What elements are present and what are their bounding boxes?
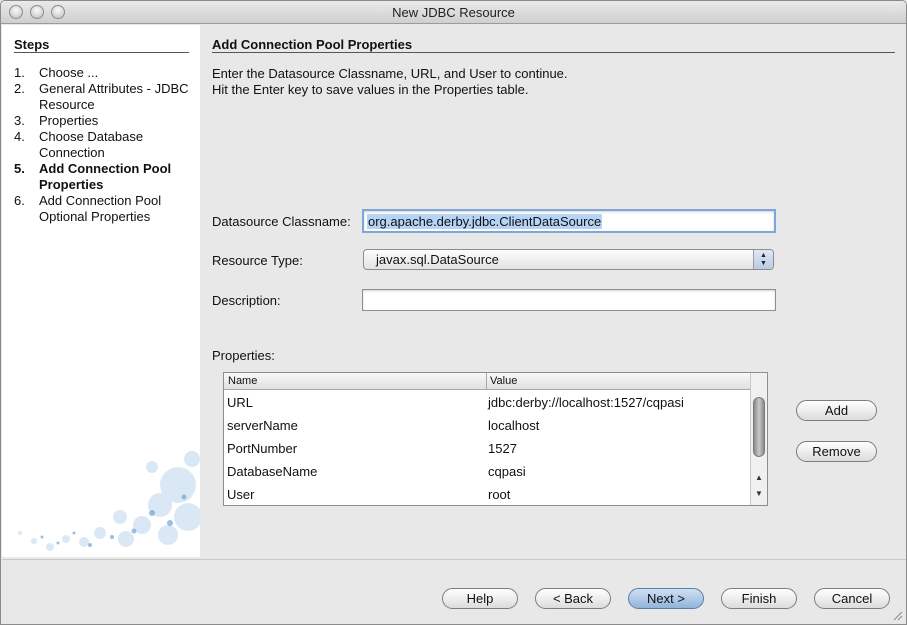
table-row[interactable]: PortNumber 1527 xyxy=(224,437,750,460)
title-divider xyxy=(212,52,895,53)
step-number: 1. xyxy=(14,65,25,80)
next-button[interactable]: Next > xyxy=(628,588,704,609)
step-item-optional-properties: 6. Add Connection Pool Optional Properti… xyxy=(14,193,194,225)
back-button[interactable]: < Back xyxy=(535,588,611,609)
footer-divider xyxy=(2,559,906,560)
instructions: Enter the Datasource Classname, URL, and… xyxy=(212,66,568,98)
step-item-choose: 1. Choose ... xyxy=(14,65,194,81)
steps-panel: Steps 1. Choose ... 2. General Attribute… xyxy=(2,25,200,557)
cell-value[interactable]: cqpasi xyxy=(488,464,526,479)
step-label: Choose ... xyxy=(39,65,99,80)
resource-type-value: javax.sql.DataSource xyxy=(376,252,499,267)
help-button[interactable]: Help xyxy=(442,588,518,609)
cell-value[interactable]: jdbc:derby://localhost:1527/cqpasi xyxy=(488,395,684,410)
step-label: Add Connection Pool Optional Properties xyxy=(39,193,162,224)
window-title: New JDBC Resource xyxy=(392,5,515,20)
resource-type-label: Resource Type: xyxy=(212,253,303,268)
column-header-name[interactable]: Name xyxy=(228,375,257,387)
column-header-value[interactable]: Value xyxy=(490,375,517,387)
title-bar[interactable]: New JDBC Resource xyxy=(1,1,906,24)
step-item-add-connection-pool-properties: 5. Add Connection Pool Properties xyxy=(14,161,194,193)
scrollbar-thumb[interactable] xyxy=(753,397,765,457)
step-item-general-attributes: 2. General Attributes - JDBC Resource xyxy=(14,81,194,113)
step-item-choose-database-connection: 4. Choose Database Connection xyxy=(14,129,194,161)
table-header: Name Value xyxy=(224,373,750,390)
steps-title: Steps xyxy=(14,37,50,52)
datasource-classname-value[interactable]: org.apache.derby.jdbc.ClientDataSource xyxy=(367,214,603,229)
scroll-up-arrow-icon[interactable]: ▲ xyxy=(751,473,767,482)
step-number: 5. xyxy=(14,161,25,176)
finish-button[interactable]: Finish xyxy=(721,588,797,609)
cell-value[interactable]: 1527 xyxy=(488,441,517,456)
step-number: 3. xyxy=(14,113,25,128)
resize-grip-icon[interactable] xyxy=(891,609,903,621)
cell-value[interactable]: root xyxy=(488,487,510,502)
step-label: Properties xyxy=(39,113,99,128)
description-input[interactable] xyxy=(363,290,775,310)
description-field[interactable] xyxy=(362,289,776,311)
select-arrows-icon[interactable]: ▲ ▼ xyxy=(753,250,773,269)
cell-name[interactable]: DatabaseName xyxy=(227,464,317,479)
step-item-properties: 3. Properties xyxy=(14,113,194,129)
cell-name[interactable]: User xyxy=(227,487,254,502)
table-row[interactable]: User root xyxy=(224,483,750,505)
table-scrollbar[interactable]: ▲ ▼ xyxy=(750,373,767,505)
step-label: Add Connection Pool Properties xyxy=(39,161,172,192)
step-number: 4. xyxy=(14,129,25,144)
cell-value[interactable]: localhost xyxy=(488,418,539,433)
datasource-classname-label: Datasource Classname: xyxy=(212,214,351,229)
column-divider[interactable] xyxy=(486,373,487,390)
cancel-button[interactable]: Cancel xyxy=(814,588,890,609)
resource-type-select[interactable]: javax.sql.DataSource ▲ ▼ xyxy=(363,249,774,270)
step-label: General Attributes - JDBC Resource xyxy=(39,81,189,112)
cell-name[interactable]: PortNumber xyxy=(227,441,297,456)
description-label: Description: xyxy=(212,293,281,308)
dialog-window: New JDBC Resource Steps 1. Choose ... 2.… xyxy=(0,0,907,625)
table-row[interactable]: serverName localhost xyxy=(224,414,750,437)
properties-label: Properties: xyxy=(212,348,275,363)
steps-list: 1. Choose ... 2. General Attributes - JD… xyxy=(14,65,194,225)
cell-name[interactable]: URL xyxy=(227,395,253,410)
steps-divider xyxy=(14,52,189,53)
instruction-line: Enter the Datasource Classname, URL, and… xyxy=(212,66,568,81)
decorative-bubbles-image xyxy=(18,451,200,551)
add-property-button[interactable]: Add xyxy=(796,400,877,421)
content-panel: Add Connection Pool Properties Enter the… xyxy=(201,25,906,557)
step-label: Choose Database Connection xyxy=(39,129,144,160)
scroll-down-arrow-icon[interactable]: ▼ xyxy=(751,489,767,498)
remove-property-button[interactable]: Remove xyxy=(796,441,877,462)
table-row[interactable]: DatabaseName cqpasi xyxy=(224,460,750,483)
table-row[interactable]: URL jdbc:derby://localhost:1527/cqpasi xyxy=(224,391,750,414)
step-number: 2. xyxy=(14,81,25,96)
properties-table: Name Value URL jdbc:derby://localhost:15… xyxy=(223,372,768,506)
datasource-classname-field[interactable]: org.apache.derby.jdbc.ClientDataSource xyxy=(362,209,776,233)
step-number: 6. xyxy=(14,193,25,208)
cell-name[interactable]: serverName xyxy=(227,418,298,433)
page-title: Add Connection Pool Properties xyxy=(212,37,413,52)
instruction-line: Hit the Enter key to save values in the … xyxy=(212,82,529,97)
